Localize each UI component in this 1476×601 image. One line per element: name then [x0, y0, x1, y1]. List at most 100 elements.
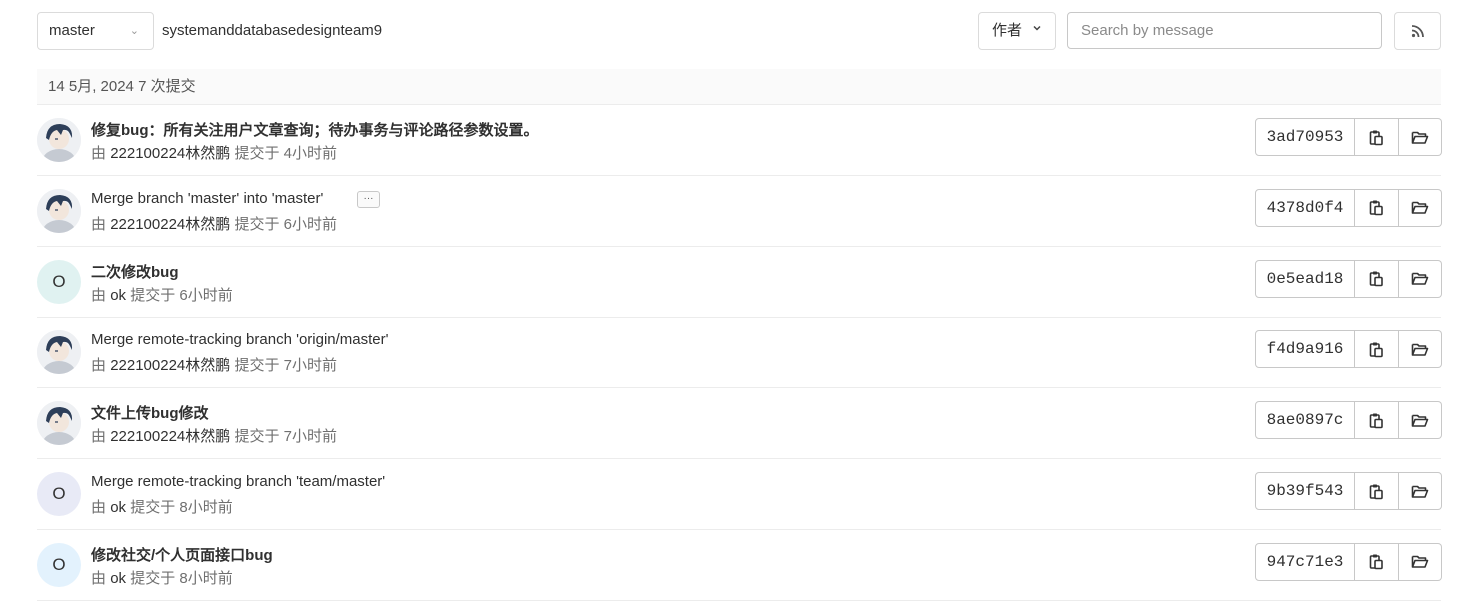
- commit-row: Merge remote-tracking branch 'origin/mas…: [37, 317, 1442, 389]
- folder-open-icon: [1411, 414, 1429, 427]
- commit-day-header: 14 5月, 2024 7 次提交: [37, 69, 1441, 105]
- browse-files-button[interactable]: [1399, 472, 1442, 510]
- commit-meta: 由 ok 提交于 8小时前: [91, 567, 233, 588]
- commit-title[interactable]: 文件上传bug修改: [91, 402, 209, 423]
- folder-open-icon: [1411, 201, 1429, 215]
- copy-sha-button[interactable]: [1355, 330, 1399, 369]
- commit-author-link[interactable]: 222100224林然鹏: [110, 428, 230, 445]
- commit-author-link[interactable]: 222100224林然鹏: [110, 357, 230, 374]
- by-prefix: 由: [91, 286, 107, 304]
- avatar[interactable]: [37, 330, 81, 375]
- commit-meta: 由 222100224林然鹏 提交于 7小时前: [91, 425, 337, 446]
- browse-files-button[interactable]: [1399, 542, 1442, 581]
- copy-sha-button[interactable]: [1355, 118, 1399, 156]
- toggle-description-button[interactable]: ···: [357, 190, 380, 208]
- commit-time: 提交于 7小时前: [234, 357, 337, 375]
- commit-search-input[interactable]: [1067, 12, 1382, 49]
- avatar[interactable]: [37, 188, 81, 233]
- commit-sha-button[interactable]: 0e5ead18: [1255, 259, 1355, 298]
- author-filter-button[interactable]: 作者: [978, 12, 1056, 50]
- branch-select[interactable]: master ⌄: [37, 12, 154, 50]
- commit-actions: 4378d0f4: [1255, 188, 1442, 227]
- commit-sha-button[interactable]: 3ad70953: [1255, 118, 1355, 156]
- commit-row: Merge branch 'master' into 'master' ··· 由…: [37, 176, 1442, 247]
- folder-open-icon: [1411, 555, 1429, 569]
- commit-row: 文件上传bug修改 由 222100224林然鹏 提交于 7小时前 8ae089…: [37, 388, 1442, 460]
- commit-author-link[interactable]: ok: [110, 570, 126, 587]
- by-prefix: 由: [91, 357, 107, 375]
- commit-time: 提交于 6小时前: [130, 286, 233, 304]
- commit-meta: 由 222100224林然鹏 提交于 7小时前: [91, 354, 337, 375]
- avatar[interactable]: O: [37, 259, 81, 304]
- commit-title[interactable]: Merge branch 'master' into 'master': [91, 190, 323, 207]
- chevron-down-icon: [1032, 13, 1042, 49]
- folder-open-icon: [1411, 131, 1429, 144]
- commit-title[interactable]: Merge remote-tracking branch 'origin/mas…: [91, 331, 389, 348]
- commit-meta: 由 ok 提交于 6小时前: [91, 284, 233, 305]
- commit-sha-button[interactable]: 947c71e3: [1255, 542, 1355, 581]
- copy-icon: [1369, 484, 1383, 499]
- copy-sha-button[interactable]: [1355, 472, 1399, 510]
- copy-icon: [1369, 200, 1383, 216]
- commit-sha-button[interactable]: 9b39f543: [1255, 472, 1355, 510]
- project-path[interactable]: systemanddatabasedesignteam9: [162, 12, 382, 50]
- rss-icon: [1411, 25, 1424, 38]
- copy-sha-button[interactable]: [1355, 401, 1399, 440]
- avatar[interactable]: O: [37, 472, 81, 516]
- avatar[interactable]: [37, 118, 81, 162]
- commit-actions: 8ae0897c: [1255, 401, 1442, 440]
- copy-icon: [1369, 130, 1383, 145]
- commit-title[interactable]: Merge remote-tracking branch 'team/maste…: [91, 473, 385, 490]
- commit-sha-button[interactable]: 8ae0897c: [1255, 401, 1355, 440]
- commit-time: 提交于 4小时前: [234, 145, 337, 162]
- commit-actions: f4d9a916: [1255, 330, 1442, 369]
- commit-author-link[interactable]: ok: [110, 287, 126, 304]
- copy-icon: [1369, 342, 1383, 358]
- commit-sha-button[interactable]: 4378d0f4: [1255, 188, 1355, 227]
- commit-actions: 3ad70953: [1255, 118, 1442, 156]
- browse-files-button[interactable]: [1399, 118, 1442, 156]
- avatar[interactable]: O: [37, 542, 81, 587]
- commit-time: 提交于 8小时前: [130, 569, 233, 587]
- copy-sha-button[interactable]: [1355, 259, 1399, 298]
- commit-row: O 修改社交/个人页面接口bug 由 ok 提交于 8小时前 947c71e3: [37, 530, 1442, 601]
- commit-author-link[interactable]: 222100224林然鹏: [110, 216, 230, 233]
- avatar[interactable]: [37, 401, 81, 446]
- by-prefix: 由: [91, 145, 107, 162]
- commit-time: 提交于 6小时前: [234, 215, 337, 233]
- folder-open-icon: [1411, 343, 1429, 356]
- commit-meta: 由 222100224林然鹏 提交于 6小时前: [91, 213, 337, 234]
- browse-files-button[interactable]: [1399, 330, 1442, 369]
- commit-actions: 947c71e3: [1255, 542, 1442, 581]
- copy-sha-button[interactable]: [1355, 188, 1399, 227]
- author-filter-label: 作者: [992, 22, 1023, 39]
- folder-open-icon: [1411, 485, 1429, 498]
- copy-icon: [1369, 271, 1383, 287]
- commit-row: O 二次修改bug 由 ok 提交于 6小时前 0e5ead18: [37, 247, 1442, 318]
- commit-row: O Merge remote-tracking branch 'team/mast…: [37, 459, 1442, 530]
- copy-icon: [1369, 554, 1383, 570]
- commit-row: 修复bug：所有关注用户文章查询；待办事务与评论路径参数设置。 由 222100…: [37, 105, 1442, 176]
- by-prefix: 由: [91, 499, 107, 516]
- by-prefix: 由: [91, 428, 107, 446]
- commit-time: 提交于 8小时前: [130, 499, 233, 516]
- commit-sha-button[interactable]: f4d9a916: [1255, 330, 1355, 369]
- commit-title[interactable]: 二次修改bug: [91, 261, 179, 282]
- folder-open-icon: [1411, 272, 1429, 285]
- commit-actions: 9b39f543: [1255, 472, 1442, 510]
- by-prefix: 由: [91, 569, 107, 587]
- browse-files-button[interactable]: [1399, 259, 1442, 298]
- commit-actions: 0e5ead18: [1255, 259, 1442, 298]
- browse-files-button[interactable]: [1399, 188, 1442, 227]
- copy-icon: [1369, 413, 1383, 428]
- commit-meta: 由 222100224林然鹏 提交于 4小时前: [91, 142, 337, 163]
- commit-title[interactable]: 修复bug：所有关注用户文章查询；待办事务与评论路径参数设置。: [91, 119, 539, 140]
- commit-author-link[interactable]: 222100224林然鹏: [110, 145, 230, 162]
- copy-sha-button[interactable]: [1355, 542, 1399, 581]
- commit-title[interactable]: 修改社交/个人页面接口bug: [91, 544, 273, 565]
- commit-author-link[interactable]: ok: [110, 499, 126, 516]
- by-prefix: 由: [91, 215, 107, 233]
- rss-feed-button[interactable]: [1394, 12, 1441, 50]
- commit-meta: 由 ok 提交于 8小时前: [91, 496, 233, 517]
- browse-files-button[interactable]: [1399, 401, 1442, 440]
